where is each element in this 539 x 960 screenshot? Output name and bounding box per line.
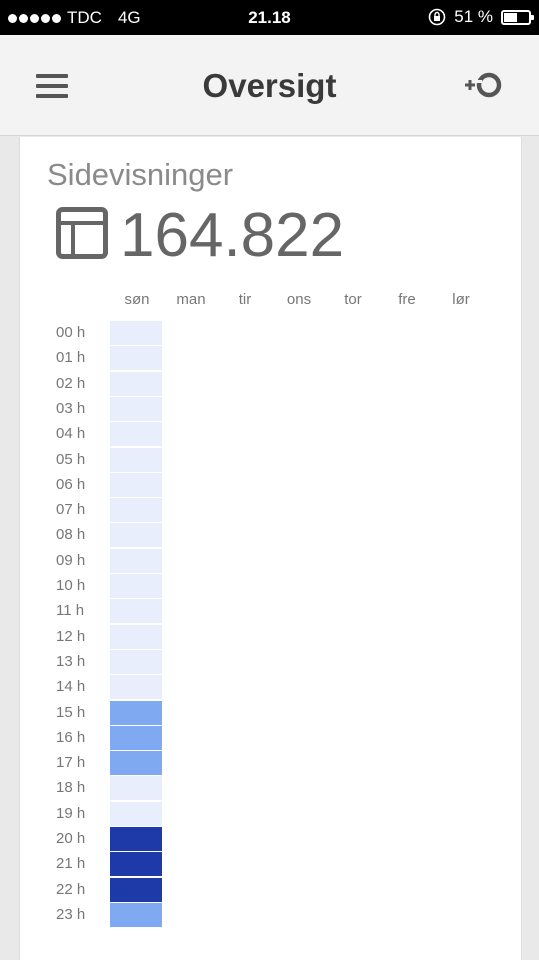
battery-percent: 51 % xyxy=(454,7,493,26)
card-title: Sidevisninger xyxy=(47,157,234,192)
heatmap-cell[interactable] xyxy=(110,498,162,523)
heatmap-cell[interactable] xyxy=(110,675,162,700)
heatmap-cell[interactable] xyxy=(110,776,162,801)
heatmap-cell[interactable] xyxy=(110,624,162,649)
hour-label: 20 h xyxy=(56,830,86,847)
page-title: Oversigt xyxy=(202,67,337,104)
add-segment-icon[interactable] xyxy=(462,71,506,101)
hour-label: 13 h xyxy=(56,652,86,670)
heatmap-cell[interactable] xyxy=(110,751,162,776)
heatmap-cell[interactable] xyxy=(110,700,162,725)
day-header-6: lør xyxy=(452,291,470,308)
day-header-1: man xyxy=(176,291,206,308)
heatmap-cell[interactable] xyxy=(110,321,162,345)
status-bar: TDC 4G 21.18 51 % xyxy=(0,0,539,35)
hour-label: 10 h xyxy=(56,577,86,594)
hour-label: 00 h xyxy=(56,324,86,341)
heatmap-cell[interactable] xyxy=(110,574,162,598)
day-header-3: ons xyxy=(286,291,312,308)
hour-label: 07 h xyxy=(56,501,86,519)
heatmap-cell[interactable] xyxy=(110,902,162,927)
heatmap-cell[interactable] xyxy=(110,599,162,624)
hour-label: 14 h xyxy=(56,678,86,696)
heatmap-cell[interactable] xyxy=(110,472,162,497)
heatmap-cell[interactable] xyxy=(110,523,162,548)
heatmap-cell[interactable] xyxy=(110,371,162,396)
hour-label: 02 h xyxy=(56,374,86,392)
hour-label: 12 h xyxy=(56,627,86,645)
hour-label: 21 h xyxy=(56,855,86,873)
hour-label: 01 h xyxy=(56,349,86,367)
hour-label: 22 h xyxy=(56,880,86,898)
battery-icon xyxy=(501,9,534,25)
day-header-4: tor xyxy=(344,291,362,308)
pageviews-card: Sidevisninger 164.822 søn man tir ons tor fre… xyxy=(19,137,522,960)
heatmap-cell[interactable] xyxy=(110,852,162,877)
hour-label: 03 h xyxy=(56,399,86,417)
heatmap-cell[interactable] xyxy=(110,447,162,472)
heatmap-cell[interactable] xyxy=(110,346,162,371)
hour-label: 09 h xyxy=(56,551,86,569)
heatmap-cell[interactable] xyxy=(110,877,162,902)
day-header-5: fre xyxy=(398,291,416,308)
heatmap-cell[interactable] xyxy=(110,396,162,421)
hour-label: 17 h xyxy=(56,754,86,772)
app-bar: Oversigt xyxy=(0,35,539,136)
heatmap-cell[interactable] xyxy=(110,649,162,674)
hour-label: 06 h xyxy=(56,475,86,493)
heatmap-cell[interactable] xyxy=(110,827,162,851)
hour-label: 18 h xyxy=(56,779,86,797)
hour-label: 08 h xyxy=(56,526,86,544)
hour-label: 16 h xyxy=(56,728,86,746)
rotation-lock-icon xyxy=(428,8,446,26)
table-icon xyxy=(56,207,108,259)
day-header-2: tir xyxy=(238,291,252,308)
hour-label: 15 h xyxy=(56,703,86,721)
heatmap-cell[interactable] xyxy=(110,422,162,447)
day-header-0: søn xyxy=(124,291,150,308)
hour-label: 05 h xyxy=(56,450,86,468)
heatmap-cell[interactable] xyxy=(110,548,162,573)
hour-label: 23 h xyxy=(56,905,86,923)
hour-label: 04 h xyxy=(56,425,86,443)
hour-label: 19 h xyxy=(56,804,86,822)
heatmap-cell[interactable] xyxy=(110,725,162,750)
pageviews-value: 164.822 xyxy=(120,201,345,270)
heatmap-cell[interactable] xyxy=(110,801,162,826)
hour-label: 11 h xyxy=(56,602,85,620)
